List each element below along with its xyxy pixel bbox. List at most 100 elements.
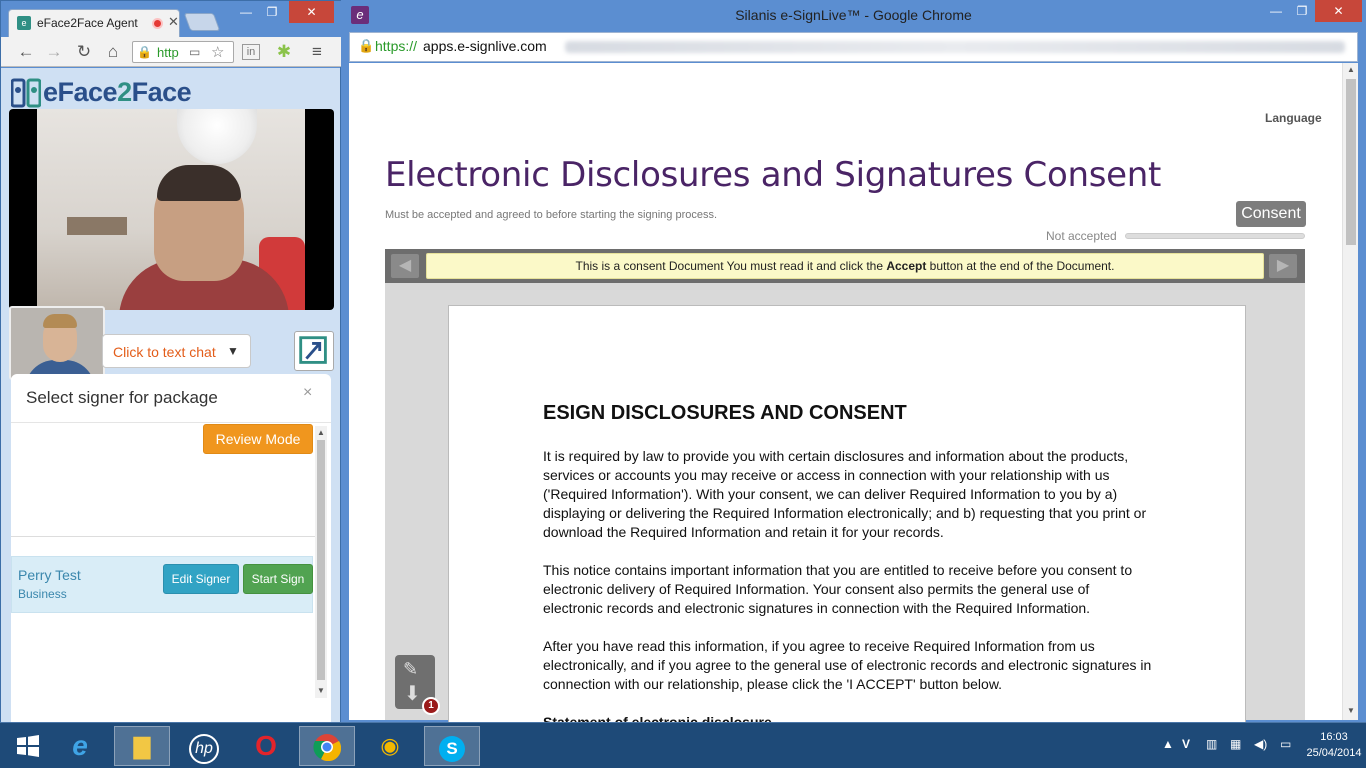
network-icon[interactable]: ▦ [1230,737,1241,751]
signature-count-badge: 1 [422,697,440,715]
viewer-toolbar: ◀ This is a consent Document You must re… [385,249,1305,283]
document-page: ESIGN DISCLOSURES AND CONSENT It is requ… [448,305,1246,735]
review-mode-button[interactable]: Review Mode [203,424,313,454]
edit-signer-button[interactable]: Edit Signer [163,564,239,594]
tab-title: eFace2Face Agent [37,16,138,30]
scrollbar-thumb[interactable] [317,440,325,680]
new-tab-button[interactable] [183,13,221,31]
page-title: Electronic Disclosures and Signatures Co… [385,155,1162,195]
left-browser-window: e eFace2Face Agent ✕ — ❐ ✕ ← → ↻ ⌂ 🔒 htt… [0,0,342,722]
address-bar[interactable]: 🔒 http ▭ ☆ [132,41,234,63]
keyboard-icon[interactable]: ▭ [1280,737,1291,751]
chrome-icon[interactable] [299,726,355,766]
android-icon[interactable]: ✱ [273,41,295,63]
scroll-down-icon[interactable]: ▼ [317,686,325,695]
taskbar-clock[interactable]: 16:03 25/04/2014 [1306,729,1362,761]
coin-icon[interactable]: ◉ [362,726,418,766]
previous-page-icon[interactable]: ◀ [391,254,419,278]
tray-device-icon[interactable]: ▥ [1206,737,1217,751]
minimize-button[interactable]: — [1261,0,1291,22]
linkedin-icon[interactable]: in [242,44,260,60]
windows-taskbar: e ▇ hp O ◉ S ▲ V ▥ ▦ ◀) ▭ 16:03 25/04/20… [0,722,1366,768]
eface2face-wordmark: eFace2Face [43,77,192,107]
arrow-down-icon: ⬇ [404,683,421,705]
page-subtitle: Must be accepted and agreed to before st… [385,209,718,221]
skype-icon[interactable]: S [424,726,480,766]
url-path-blurred [565,41,1345,53]
tab-close-icon[interactable]: ✕ [168,14,179,30]
eface2face-favicon-icon: e [17,16,31,30]
url-scheme: https:// [375,38,418,54]
left-tab-strip: e eFace2Face Agent ✕ — ❐ ✕ [1,1,342,37]
chevron-down-icon: ▼ [227,344,239,358]
document-viewer: ◀ This is a consent Document You must re… [385,249,1305,735]
home-icon[interactable]: ⌂ [102,41,124,63]
document-paragraph: This notice contains important informati… [543,562,1133,616]
acceptance-progress-bar [1125,233,1305,239]
recording-icon [152,18,163,29]
signer-panel-scrollbar[interactable]: ▲ ▼ [315,426,327,698]
remote-video-feed [9,109,334,310]
back-icon[interactable]: ← [15,41,37,63]
scroll-up-icon[interactable]: ▲ [317,428,325,437]
next-page-icon[interactable]: ▶ [1269,254,1297,278]
minimize-button[interactable]: — [233,1,259,23]
document-paragraph: After you have read this information, if… [543,638,1152,692]
consent-button[interactable]: Consent [1236,201,1306,227]
left-toolbar: ← → ↻ ⌂ 🔒 http ▭ ☆ in ✱ ≡ [1,37,342,67]
document-heading: ESIGN DISCLOSURES AND CONSENT [543,402,907,424]
signer-row[interactable]: Perry Test Business Edit Signer Start Si… [11,556,313,613]
scrollbar-thumb[interactable] [1346,79,1356,245]
consent-notice: This is a consent Document You must read… [426,253,1264,279]
maximize-button[interactable]: ❐ [1289,0,1315,22]
signer-name: Perry Test [18,567,81,583]
tray-expand-icon[interactable]: ▲ [1162,737,1174,751]
close-window-button[interactable]: ✕ [289,1,334,23]
text-chat-button[interactable]: Click to text chat ▼ [102,334,251,368]
url-scheme: http [157,45,179,60]
eface2face-agent-page: eFace2Face Click to text chat ▼ Select s… [1,68,340,722]
internet-explorer-icon[interactable]: e [52,726,108,766]
lock-icon: 🔒 [137,45,152,59]
address-bar[interactable]: 🔒 https:// apps.e-signlive.com [349,32,1358,62]
volume-icon[interactable]: ◀) [1254,737,1267,751]
file-explorer-icon[interactable]: ▇ [114,726,170,766]
esign-document-icon[interactable] [294,331,334,371]
close-window-button[interactable]: ✕ [1315,0,1362,22]
star-icon[interactable]: ☆ [211,43,224,61]
menu-icon[interactable]: ≡ [306,41,328,63]
scroll-down-icon[interactable]: ▼ [1347,706,1355,715]
eface2face-logo-icon [11,78,41,108]
opera-icon[interactable]: O [238,726,294,766]
esignlive-page: Language Electronic Disclosures and Sign… [349,63,1358,735]
lock-icon: 🔒 [358,38,375,53]
right-browser-window: e Silanis e-SignLive™ - Google Chrome — … [341,0,1366,735]
reload-icon[interactable]: ↻ [73,41,95,63]
signature-edit-icon: ✎ [403,659,419,679]
window-title: Silanis e-SignLive™ - Google Chrome [735,7,972,23]
clock-date: 25/04/2014 [1306,747,1362,759]
local-video-preview [9,306,105,380]
acceptance-status: Not accepted [1046,229,1117,243]
tab-eface2face-agent[interactable]: e eFace2Face Agent ✕ [8,9,180,37]
close-icon[interactable]: × [303,384,312,402]
windows-start-icon[interactable] [0,726,56,766]
language-menu[interactable]: Language [1265,111,1322,125]
hp-icon[interactable]: hp [176,726,232,766]
forward-icon[interactable]: → [43,41,65,63]
scroll-up-icon[interactable]: ▲ [1347,65,1355,74]
start-sign-button[interactable]: Start Sign [243,564,313,594]
select-signer-panel: Select signer for package × Review Mode … [11,374,331,722]
window-title-bar: e Silanis e-SignLive™ - Google Chrome — … [341,0,1366,32]
url-host: apps.e-signlive.com [423,38,547,54]
tray-v-icon[interactable]: V [1182,737,1190,751]
page-scrollbar[interactable]: ▲ ▼ [1342,63,1358,720]
signer-role: Business [18,587,67,601]
camera-icon[interactable]: ▭ [189,45,200,59]
maximize-button[interactable]: ❐ [259,1,285,23]
clock-time: 16:03 [1320,731,1348,743]
signer-panel-title: Select signer for package [26,388,218,407]
divider [11,536,315,537]
text-chat-label: Click to text chat [113,344,216,360]
divider [11,422,331,423]
